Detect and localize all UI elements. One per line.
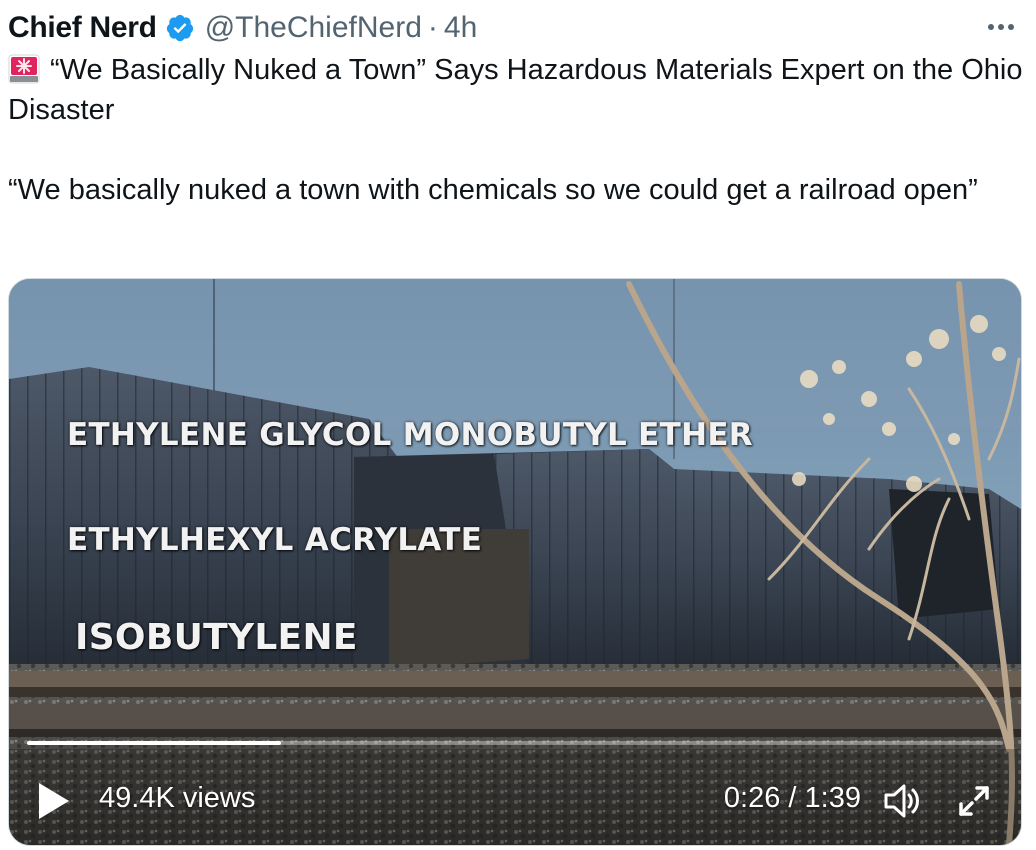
tweet-quote: “We basically nuked a town with chemical… [8,174,978,206]
video-caption-line: ISOBUTYLENE [75,617,358,658]
video-caption-line: ETHYLENE GLYCOL MONOBUTYL ETHER [67,417,753,453]
rotating-light-icon [8,54,40,84]
time-separator: / [780,782,805,814]
duration: 1:39 [804,782,861,814]
tweet-timestamp[interactable]: 4h [444,11,477,45]
verified-badge-icon [165,13,195,43]
tweet-header: Chief Nerd @TheChiefNerd · 4h [8,6,1028,50]
video-frame [9,279,1021,845]
separator-dot: · [427,11,438,44]
tweet-text: “We Basically Nuked a Town” Says Hazardo… [8,50,1023,210]
author-display-name[interactable]: Chief Nerd [8,11,157,45]
author-handle[interactable]: @TheChiefNerd [205,11,422,45]
volume-icon[interactable] [881,780,921,822]
view-count: 49.4K views [99,782,256,814]
fullscreen-icon[interactable] [955,782,993,820]
tweet-headline-paragraph: “We Basically Nuked a Town” Says Hazardo… [8,50,1023,130]
video-caption-line: ETHYLHEXYL ACRYLATE [67,522,483,558]
video-progress-fill [27,741,281,745]
play-icon[interactable] [33,779,73,823]
video-player[interactable]: ETHYLENE GLYCOL MONOBUTYL ETHER ETHYLHEX… [8,278,1022,846]
tweet-headline: “We Basically Nuked a Town” Says Hazardo… [8,54,1023,126]
video-progress-bar[interactable] [27,741,1003,745]
video-timecode: 0:26 / 1:39 [724,782,861,815]
more-options-icon[interactable] [984,10,1018,44]
current-time: 0:26 [723,782,781,814]
